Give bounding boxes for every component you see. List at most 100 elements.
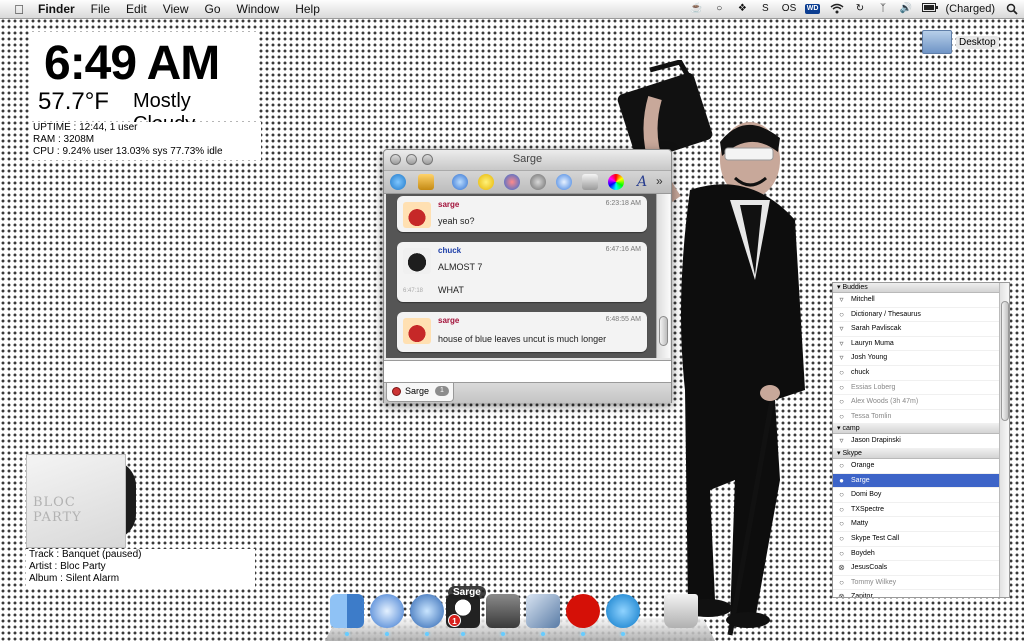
buddy-name: Jason Drapinski [851,437,901,445]
adium-status-icon[interactable]: ○ [713,3,726,15]
battery-status-text[interactable]: (Charged) [945,3,995,15]
buddy-list[interactable]: ▾ Buddies ▿ Mitchell ○ Dictionary / Thesauru… [832,282,1010,598]
skype-service-icon[interactable] [390,174,406,190]
buddy-group-header[interactable]: ▾ camp [833,424,1009,435]
buddy-name: Skype Test Call [851,534,900,542]
buddy-list-item[interactable]: ● Sarge [833,473,1009,489]
buddy-list-item[interactable]: ○ Matty [833,517,1009,532]
menubar:  Finder File Edit View Go Window Help ☕… [0,0,1024,19]
desktop-folder-item[interactable]: Desktop [922,30,999,54]
menu-extra-os[interactable]: OS [782,3,796,15]
buddy-list-item[interactable]: ○ Boydeh [833,547,1009,562]
buddy-list-item[interactable]: ▿ Sarah Pavliscak [833,322,1009,337]
buddy-list-item[interactable]: ○ Alex Woods (3h 47m) [833,395,1009,410]
buddy-name: Mitchell [851,296,875,303]
menu-view[interactable]: View [163,2,189,16]
buddy-list-item[interactable]: ▿ Jason Drapinski [833,434,1009,449]
buddy-name: TXSpectre [851,505,885,513]
buddy-list-item[interactable]: ○ TXSpectre [833,503,1009,518]
image-icon[interactable] [582,174,598,190]
message-text: ALMOST 7 [438,262,483,272]
spotlight-search-icon[interactable] [1005,3,1018,15]
time-machine-icon[interactable]: ↻ [853,3,866,15]
message-text: yeah so? [438,216,475,226]
emoticon-icon[interactable] [478,174,494,190]
wd-drive-icon[interactable]: WD [804,4,821,14]
chat-log-scrollbar[interactable] [656,194,670,358]
skype-icon[interactable] [606,594,640,628]
buddy-list-item[interactable]: ○ Tommy Wilkey [833,576,1009,591]
trash-icon[interactable] [664,594,698,628]
buddy-list-item[interactable]: ▿ Josh Young [833,351,1009,366]
lock-icon[interactable] [418,174,434,190]
menu-go[interactable]: Go [205,2,221,16]
bluetooth-icon[interactable]: ᛉ [876,3,889,15]
font-icon[interactable]: A [634,174,650,190]
finder-icon[interactable] [330,594,364,628]
dropbox-icon[interactable]: ❖ [736,3,749,15]
mail-icon[interactable] [526,594,560,628]
buddy-list-item[interactable]: ○ Skype Test Call [833,532,1009,547]
clock-time: 6:49 AM [44,37,220,90]
buddy-list-item[interactable]: ▿ Lauryn Muma [833,337,1009,352]
apple-menu-icon[interactable]:  [12,2,26,17]
safari-icon[interactable] [370,594,404,628]
cpu-text: CPU : 9.24% user 13.03% sys 77.73% idle [33,146,223,157]
message-time: 6:47:16 AM [605,246,641,253]
chat-tab-sarge[interactable]: Sarge 1 [386,383,454,402]
chat-bubble-status-icon: ○ [839,519,844,529]
uptime-text: UPTIME : 12:44, 1 user [33,122,138,133]
chat-titlebar[interactable]: Sarge [384,150,671,171]
buddy-list-item[interactable]: ○ Orange [833,459,1009,474]
menu-edit[interactable]: Edit [126,2,147,16]
chat-bubble-status-icon: ○ [839,548,844,558]
message-text: WHAT [438,285,464,295]
safari-link-icon[interactable] [556,174,572,190]
coffee-cup-icon[interactable]: ☕ [690,3,703,15]
buddy-list-item[interactable]: ⊗ Zanitor [833,590,1009,597]
activity-monitor-icon[interactable] [486,594,520,628]
toolbar-overflow-icon[interactable]: » [656,174,663,188]
message-input[interactable] [384,360,671,383]
buddy-list-scrollbar[interactable] [999,283,1009,597]
buddy-list-scroll-thumb[interactable] [1001,301,1009,421]
chat-bubble-status-icon: ○ [839,504,844,514]
running-indicator [621,632,625,636]
dock-hover-label: Sarge [448,586,486,599]
send-file-icon[interactable] [504,174,520,190]
chat-bubble-status-icon: ○ [839,411,844,421]
buddy-group-header[interactable]: ▾ Buddies [833,283,1009,293]
running-indicator [345,632,349,636]
message-sub-time: 6:47:18 [403,288,424,294]
buddy-group-header[interactable]: ▾ Skype [833,448,1009,459]
chat-log-scroll-thumb[interactable] [659,316,668,346]
itunes-icon[interactable] [410,594,444,628]
chat-bubble-icon[interactable] [452,174,468,190]
buddy-list-item[interactable]: ○ Dictionary / Thesaurus [833,308,1009,323]
battery-icon[interactable] [922,3,939,15]
buddy-group-name: Buddies [842,284,868,291]
buddy-list-item[interactable]: ○ chuck [833,366,1009,381]
buddy-name: Josh Young [851,354,888,362]
buddy-list-item[interactable]: ○ Essias Loberg [833,381,1009,396]
menu-window[interactable]: Window [237,2,280,16]
buddy-list-item[interactable]: ▿ Mitchell [833,293,1009,308]
wifi-icon[interactable] [830,3,844,15]
chat-message: sarge 6:48:55 AM house of blue leaves un… [397,312,647,352]
chat-window[interactable]: Sarge A » sarge 6:23:18 AM yeah so? chuc… [383,149,672,403]
menu-app-finder[interactable]: Finder [38,2,75,16]
chat-tab-label: Sarge [405,386,430,396]
buddy-list-item[interactable]: ○ Domi Boy [833,488,1009,503]
menu-file[interactable]: File [91,2,110,16]
link-icon[interactable] [530,174,546,190]
wifi-status-icon: ▿ [839,436,844,446]
buddy-list-item[interactable]: ○ Tessa Tomlin [833,410,1009,425]
lastfm-icon[interactable] [566,594,600,628]
menu-help[interactable]: Help [295,2,320,16]
skype-status-icon[interactable]: S [759,3,772,15]
volume-icon[interactable]: 🔊 [899,3,912,15]
buddy-list-item[interactable]: ⊗ JesusCoals [833,561,1009,576]
unread-count-badge: 1 [435,386,449,396]
buddy-name: Essias Loberg [851,383,896,391]
color-picker-icon[interactable] [608,174,624,190]
